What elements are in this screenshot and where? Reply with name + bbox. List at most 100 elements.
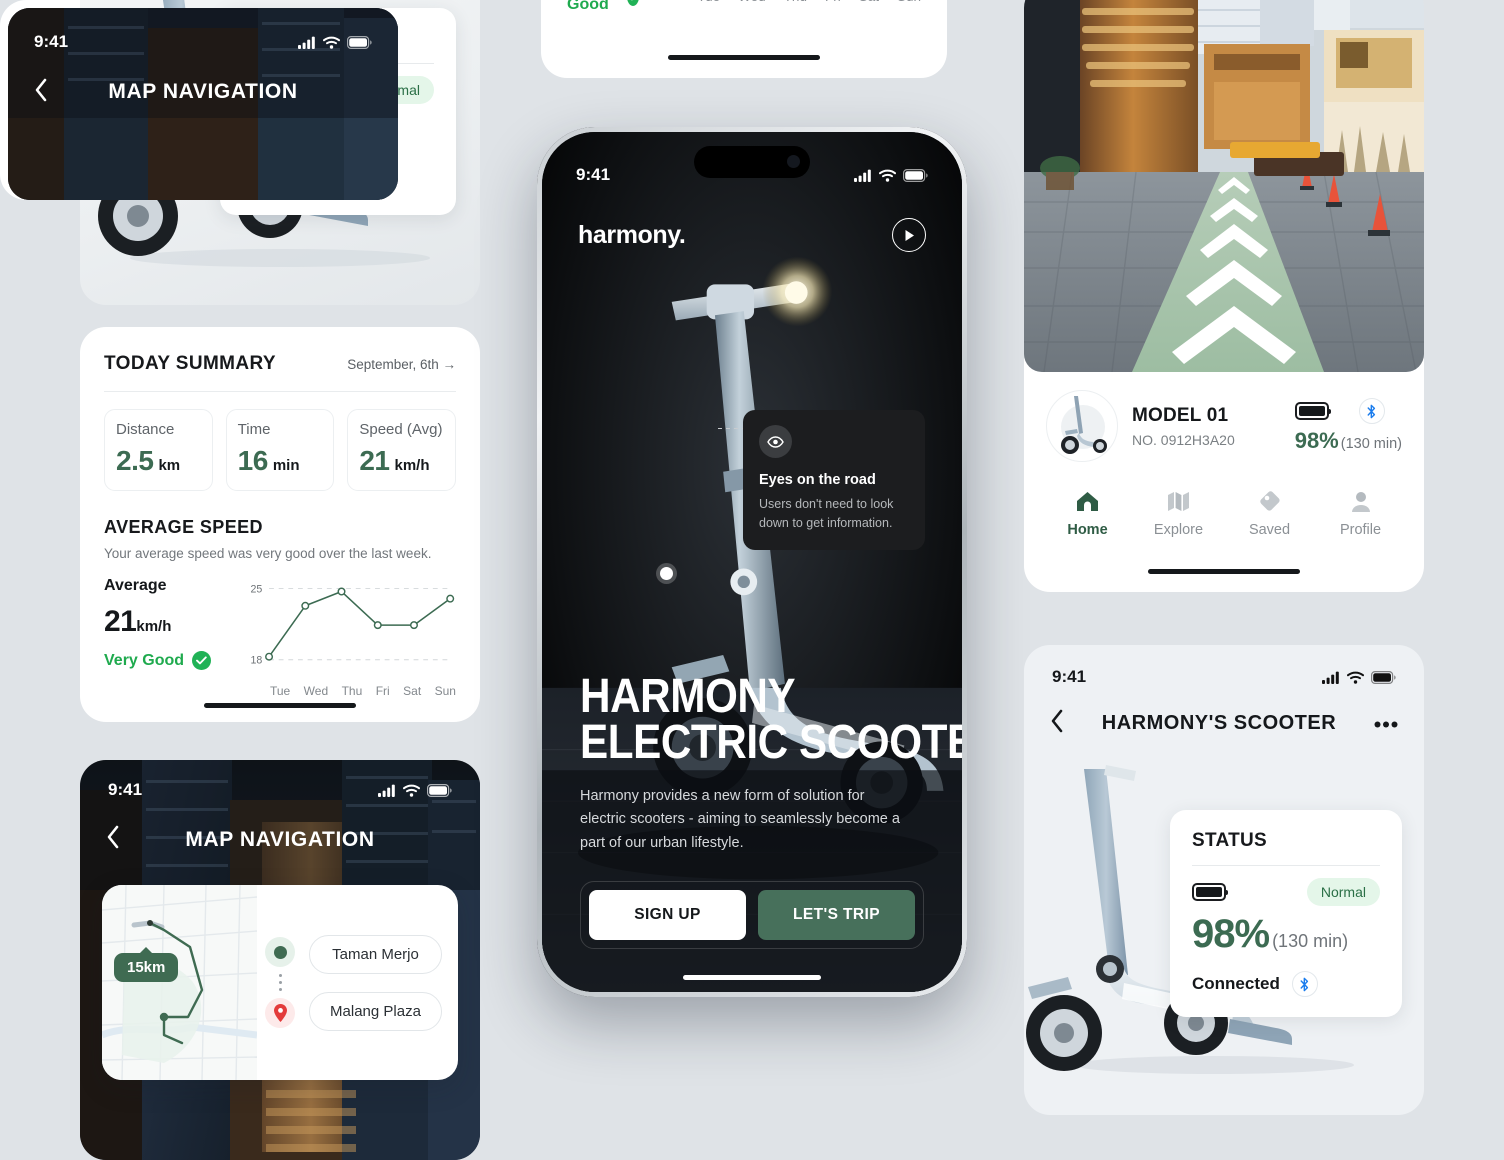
stat-label: Distance [116,421,175,438]
cta-group: SIGN UP LET'S TRIP [580,881,924,949]
back-button[interactable] [106,825,120,854]
chevron-left-icon [107,825,119,849]
back-button[interactable] [1050,709,1064,738]
average-speed-desc: Your average speed was very good over th… [104,546,432,561]
stat-label: Speed (Avg) [359,421,443,438]
card-title: HARMONY'S SCOOTER [1101,712,1337,734]
wifi-icon [323,36,340,49]
end-location-input[interactable]: Malang Plaza [309,991,442,1031]
status-time: 9:41 [576,165,611,184]
tooltip-connector [718,428,744,429]
wifi-icon [403,784,420,797]
hero-copy-block: HARMONY ELECTRIC SCOOTER Harmony provide… [542,673,962,992]
bluetooth-glyph [1367,404,1376,418]
tab-home[interactable]: Home [1042,488,1133,538]
brand-logo: harmony. [578,220,686,249]
today-summary-card: TODAY SUMMARY September, 6th → Distance … [80,327,480,722]
cellular-icon [1322,671,1339,684]
chart-x-tick: Thu [341,684,363,698]
tab-profile[interactable]: Profile [1315,488,1406,538]
distance-badge: 15km [114,953,179,982]
model-serial: NO. 0912H3A20 [1132,431,1235,448]
tab-explore[interactable]: Explore [1133,488,1224,538]
average-unit: km/h [136,618,172,635]
status-bar: 9:41 [8,32,398,52]
battery-icon [1192,883,1228,901]
divider [1192,865,1380,866]
status-time: 9:41 [1052,667,1087,686]
stat-distance: Distance 2.5 km [104,409,213,491]
line-chart-svg: 1825 [251,583,455,667]
cellular-icon [298,36,315,49]
battery-duration: (130 min) [1272,931,1349,951]
average-speed-title: AVERAGE SPEED [104,517,263,537]
rating-label: Very Good [567,0,609,13]
mini-map[interactable]: 15km [102,885,258,1080]
chart-x-tick: Wed [303,684,329,698]
camera-lens-icon [787,155,800,168]
bike-lane-photo [1024,0,1424,372]
bluetooth-icon[interactable] [1291,971,1318,997]
check-icon [192,651,212,670]
tab-saved[interactable]: Saved [1224,488,1315,538]
connection-row: Connected [1192,971,1380,997]
battery-percent: 98% [1294,428,1339,453]
average-value: 21 [104,605,137,638]
battery-percent: 98% [1192,912,1270,956]
tab-label: Home [1067,522,1108,538]
wifi-icon [1347,671,1364,684]
chart-x-tick: Thu [784,0,807,4]
start-location-input[interactable]: Taman Merjo [309,934,442,974]
check-icon [627,0,640,6]
home-indicator[interactable] [1148,569,1300,574]
tab-label: Profile [1339,522,1382,538]
stat-unit: km [158,457,181,474]
map-header: MAP NAVIGATION [80,825,480,854]
stat-row: Distance 2.5 km Time 16 min Speed (Avg) [104,409,457,491]
stat-value: 21 [359,445,390,476]
summary-date[interactable]: September, 6th → [347,357,456,372]
map-preview: 9:41 MAP NAVIGATION [8,8,398,200]
phone-screen: 9:41 harmony. Eyes on the road Users don… [542,132,962,992]
phone-brand-row: harmony. [542,218,962,252]
scooter-thumbnail [1046,390,1118,462]
phone-mockup: 9:41 harmony. Eyes on the road Users don… [537,127,967,997]
wifi-icon [879,169,896,182]
map-navigation-card: 9:41 MAP NAVIGATION 15km Taman Merjo Mal… [80,760,480,1160]
chart-x-axis-days: Tue Wed Thu Fri Sat Sun [697,0,921,4]
tab-label: Explore [1153,522,1204,538]
hotspot-dot[interactable] [660,567,673,580]
status-badge: Normal [1306,878,1380,906]
eye-icon [759,425,792,458]
more-horizontal-icon [1374,721,1398,727]
card-header: HARMONY'S SCOOTER [1024,687,1424,738]
home-indicator[interactable] [683,975,821,980]
summary-header: TODAY SUMMARY September, 6th → [104,353,456,375]
play-icon[interactable] [892,218,926,252]
model-explore-card: MODEL 01 NO. 0912H3A20 98% (130 min) Hom… [1024,0,1424,592]
stat-unit: min [272,457,300,474]
stat-time: Time 16 min [225,409,335,491]
route-stops-markers [265,937,295,1028]
more-button[interactable] [1374,715,1398,733]
bike-lane-svg [1024,0,1424,372]
bluetooth-glyph [1300,977,1309,991]
person-icon [1315,488,1406,514]
battery-icon [1371,670,1396,684]
sign-up-button[interactable]: SIGN UP [589,890,746,940]
tooltip-desc: Users don't need to look down to get inf… [759,497,894,530]
chart-x-tick: Tue [270,684,291,698]
cellular-icon [378,784,395,797]
chart-x-tick: Fri [825,0,841,4]
battery-icon [1294,402,1331,420]
mini-map-svg [102,885,258,1080]
chart-x-tick: Sat [403,684,422,698]
bluetooth-icon[interactable] [1358,398,1385,424]
tab-label: Saved [1248,522,1291,538]
home-icon [1042,488,1133,514]
rating-label: Very Good [104,651,185,669]
top-partial-summary-card: Very Good Tue Wed Thu Fri Sat Sun [541,0,947,78]
svg-text:18: 18 [251,655,263,667]
lets-trip-button[interactable]: LET'S TRIP [758,890,915,940]
play-glyph [905,229,914,241]
